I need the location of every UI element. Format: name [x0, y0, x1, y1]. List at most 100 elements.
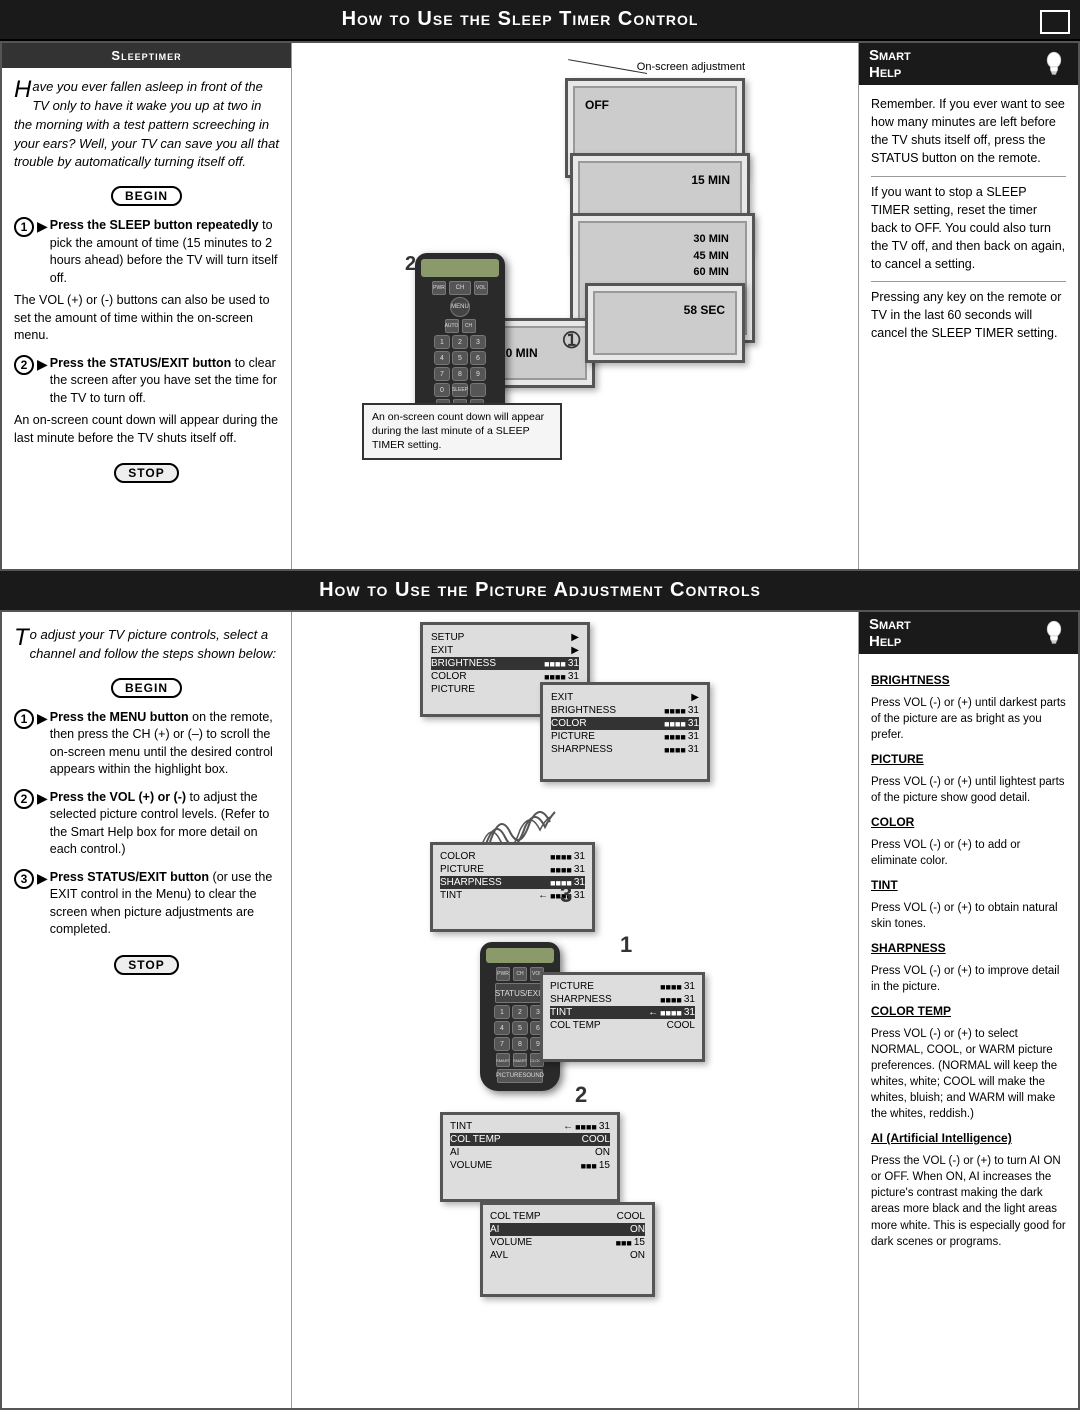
menu5-ai: AION: [450, 1146, 610, 1159]
pointer-2: 2: [405, 253, 416, 276]
btn-9: 9: [470, 367, 486, 381]
step1-content: Press the SLEEP button repeatedly to pic…: [50, 217, 279, 287]
menu2-exit: EXIT▶: [551, 691, 699, 704]
picture-section: PICTURE Press VOL (-) or (+) until light…: [871, 751, 1066, 806]
step1-arrow-icon: ▶: [37, 217, 48, 237]
picture-illustration: SETUP▶ EXIT▶ BRIGHTNESS■■■■31 COLOR■■■■3…: [420, 622, 730, 1322]
power-btn: PWR: [432, 281, 446, 295]
picture-smart-help-header: Smart Help: [859, 612, 1078, 654]
btn-5: 5: [452, 351, 468, 365]
pic-btn-5: 5: [512, 1021, 528, 1035]
pic-smart2-btn: SMART: [513, 1053, 527, 1067]
remote-pic-display: [486, 948, 554, 963]
header-square-icon: [1040, 10, 1070, 34]
pic-btn-4: 4: [494, 1021, 510, 1035]
picture-adj-title: How to Use the Picture Adjustment Contro…: [319, 579, 761, 601]
sleep-timer-title: How to Use the Sleep Timer Control: [342, 8, 699, 30]
on-screen-label: On-screen adjustment: [637, 61, 745, 73]
picture-smart-title-1: Smart: [869, 616, 911, 633]
picture-mid-panel: SETUP▶ EXIT▶ BRIGHTNESS■■■■31 COLOR■■■■3…: [292, 612, 858, 1408]
pic-btn-1: 1: [494, 1005, 510, 1019]
menu2-sharpness: SHARPNESS■■■■31: [551, 743, 699, 756]
step1b-text: The VOL (+) or (-) buttons can also be u…: [14, 292, 279, 345]
btn-7: 7: [434, 367, 450, 381]
picture-step1: 1 ▶ Press the MENU button on the remote,…: [14, 709, 279, 779]
pic-smart1-btn: SMART: [496, 1053, 510, 1067]
menu6-avl: AVLON: [490, 1249, 645, 1262]
picture-bulb-icon: [1040, 619, 1068, 647]
picture-smart-help-body: BRIGHTNESS Press VOL (-) or (+) until da…: [859, 654, 1078, 1266]
brightness-heading: BRIGHTNESS: [871, 672, 1066, 689]
step2-arrow-icon: ▶: [37, 355, 48, 375]
step2-number: 2: [14, 355, 34, 375]
picture-step2: 2 ▶ Press the VOL (+) or (-) to adjust t…: [14, 789, 279, 859]
picture-adj-header: How to Use the Picture Adjustment Contro…: [0, 571, 1080, 610]
sleep-timer-right-panel: Smart Help Remember. If you ever want to…: [858, 43, 1078, 569]
pic-picsound-btn: PICTURESOUND: [497, 1069, 543, 1083]
smart-help-body: Remember. If you ever want to see how ma…: [859, 85, 1078, 361]
color-section: COLOR Press VOL (-) or (+) to add or eli…: [871, 814, 1066, 869]
btn-4: 4: [434, 351, 450, 365]
pic-btn-7: 7: [494, 1037, 510, 1051]
intro-text: ave you ever fallen asleep in front of t…: [14, 79, 279, 169]
pic-pwr-btn: PWR: [496, 967, 510, 981]
off-label: OFF: [585, 98, 609, 112]
tint-heading: TINT: [871, 877, 1066, 894]
smart-help-title-block: Smart Help: [869, 47, 911, 81]
smart-help-title-1: Smart: [869, 47, 911, 64]
step1: 1 ▶ Press the SLEEP button repeatedly to…: [14, 217, 279, 345]
screen-58sec: 58 SEC: [585, 283, 745, 363]
picture-intro-text: o adjust your TV picture controls, selec…: [30, 627, 276, 661]
pic-screen-2: EXIT▶ BRIGHTNESS■■■■31 COLOR■■■■31 PICTU…: [540, 682, 710, 782]
picture-adj-content: To adjust your TV picture controls, sele…: [0, 610, 1080, 1410]
sleeptimer-header-text: Sleeptimer: [111, 48, 181, 63]
menu4-pic2: PICTURE■■■■31: [550, 980, 695, 993]
picture-step3-arrow: ▶: [37, 869, 48, 889]
picture-right-panel: Smart Help BRIGHTNESS Press VOL (-) or (…: [858, 612, 1078, 1408]
screen-58sec-inner: 58 SEC: [593, 291, 737, 355]
smart-help-title-2: Help: [869, 64, 911, 81]
picture-intro-letter: T: [14, 626, 29, 650]
picture-text: Press VOL (-) or (+) until lightest part…: [871, 774, 1066, 806]
picture-step1-arrow: ▶: [37, 709, 48, 729]
smart-help-para2: If you want to stop a SLEEP TIMER settin…: [871, 183, 1066, 274]
58sec-label: 58 SEC: [684, 303, 725, 317]
sleep-timer-header: How to Use the Sleep Timer Control: [0, 0, 1080, 41]
pic-btn-2: 2: [512, 1005, 528, 1019]
btn-6: 6: [470, 351, 486, 365]
label-line: [568, 59, 647, 74]
pic-screen-6-content: COL TEMPCOOL AION VOLUME■■■15 AVLON: [483, 1205, 652, 1267]
picture-begin-badge: BEGIN: [111, 678, 182, 698]
sleeptimer-intro: Have you ever fallen asleep in front of …: [14, 78, 279, 172]
menu2-color: COLOR■■■■31: [551, 717, 699, 730]
btn-3: 3: [470, 335, 486, 349]
menu-row-brightness: BRIGHTNESS■■■■31: [431, 657, 579, 670]
picture-step1-num: 1: [14, 709, 34, 729]
ch-btn: CH: [449, 281, 471, 295]
auto-btn: AUTO: [445, 319, 459, 333]
tint-text: Press VOL (-) or (+) to obtain natural s…: [871, 900, 1066, 932]
picture-step3: 3 ▶ Press STATUS/EXIT button (or use the…: [14, 869, 279, 939]
step2: 2 ▶ Press the STATUS/EXIT button to clea…: [14, 355, 279, 448]
menu-row-exit: EXIT▶: [431, 644, 579, 657]
ai-text: Press the VOL (-) or (+) to turn AI ON o…: [871, 1153, 1066, 1250]
picture-intro: To adjust your TV picture controls, sele…: [14, 626, 279, 664]
picture-smart-title-2: Help: [869, 633, 911, 650]
pic-num-2: 2: [575, 1082, 587, 1108]
btn-sleep: SLEEP: [452, 383, 468, 397]
remote-top-buttons: PWR CH VOL: [421, 281, 499, 295]
brightness-section: BRIGHTNESS Press VOL (-) or (+) until da…: [871, 672, 1066, 743]
menu-btn: MENU: [450, 297, 470, 317]
divider1: [871, 176, 1066, 177]
sleep-timer-section: How to Use the Sleep Timer Control Sleep…: [0, 0, 1080, 571]
btn-extra: [470, 383, 486, 397]
color-text: Press VOL (-) or (+) to add or eliminate…: [871, 837, 1066, 869]
pic-num-3: 3: [560, 882, 572, 908]
remote-pic-numpad: 1 2 3 4 5 6 7 8 9: [494, 1005, 546, 1051]
remote-pic-picsound: PICTURESOUND: [486, 1069, 554, 1083]
menu4-coltemp: COL TEMPCOOL: [550, 1019, 695, 1032]
step1-number: 1: [14, 217, 34, 237]
pic-screen-2-content: EXIT▶ BRIGHTNESS■■■■31 COLOR■■■■31 PICTU…: [543, 685, 707, 762]
picture-left-body: To adjust your TV picture controls, sele…: [2, 612, 291, 996]
tint-section: TINT Press VOL (-) or (+) to obtain natu…: [871, 877, 1066, 932]
